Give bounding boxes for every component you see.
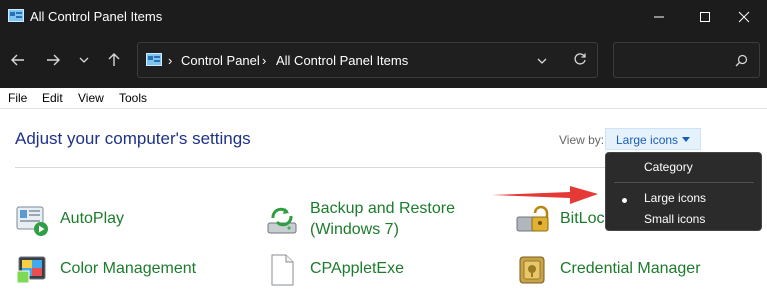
menu-edit[interactable]: Edit [42, 91, 63, 105]
search-icon [735, 54, 748, 67]
window-title: All Control Panel Items [30, 9, 163, 24]
caret-down-icon [682, 137, 690, 142]
breadcrumb-control-panel[interactable]: Control Panel [181, 53, 260, 68]
item-label: Credential Manager [560, 260, 701, 277]
back-button[interactable] [8, 50, 28, 70]
item-label-line2: (Windows 7) [310, 221, 399, 238]
minimize-icon [654, 16, 664, 18]
bitlocker-icon [516, 205, 549, 232]
up-button[interactable] [104, 50, 124, 70]
menu-file[interactable]: File [8, 91, 27, 105]
view-by-menu: Category Large icons Small icons [605, 152, 762, 231]
item-label: AutoPlay [60, 210, 125, 227]
menu-bar: File Edit View Tools [0, 88, 767, 109]
menu-tools[interactable]: Tools [119, 91, 147, 105]
generic-file-icon [271, 254, 294, 286]
breadcrumb-separator-icon: › [262, 53, 267, 68]
control-panel-item-bitlocker[interactable]: BitLoc [515, 203, 605, 237]
control-panel-item-credential-manager[interactable]: Credential Manager [515, 253, 745, 287]
chevron-down-icon [537, 58, 547, 64]
view-by-label: View by: [559, 133, 605, 147]
control-panel-icon [146, 53, 162, 66]
selected-bullet-icon [622, 198, 627, 203]
close-icon [738, 11, 750, 23]
control-panel-item-autoplay[interactable]: AutoPlay [15, 203, 235, 237]
view-option-small-icons[interactable]: Small icons [644, 212, 705, 226]
minimize-button[interactable] [636, 0, 682, 34]
backup-restore-icon [267, 207, 297, 234]
chevron-down-icon [79, 57, 89, 63]
maximize-icon [700, 12, 710, 22]
search-input[interactable] [613, 42, 760, 78]
view-by-dropdown[interactable]: Large icons [605, 128, 701, 150]
arrow-left-icon [11, 54, 24, 66]
address-history-button[interactable] [536, 54, 548, 72]
page-title: Adjust your computer's settings [15, 129, 251, 148]
breadcrumb-separator-icon: › [168, 53, 173, 68]
autoplay-icon [16, 206, 48, 236]
arrow-up-icon [108, 53, 120, 66]
arrow-right-icon [47, 54, 60, 66]
close-button[interactable] [721, 0, 767, 34]
control-panel-icon [8, 9, 24, 22]
item-label: CPAppletExe [310, 260, 404, 277]
menu-view[interactable]: View [78, 91, 104, 105]
control-panel-item-backup-restore[interactable]: Backup and Restore (Windows 7) [265, 199, 495, 241]
menu-divider [614, 182, 754, 183]
view-by-value: Large icons [616, 133, 679, 147]
navigation-bar: › Control Panel › All Control Panel Item… [0, 34, 767, 88]
address-bar[interactable]: › Control Panel › All Control Panel Item… [137, 42, 598, 78]
breadcrumb-all-items[interactable]: All Control Panel Items [276, 53, 408, 68]
recent-locations-button[interactable] [74, 50, 94, 70]
title-bar: All Control Panel Items [0, 0, 767, 34]
control-panel-item-cpappletexe[interactable]: CPAppletExe [265, 253, 485, 287]
control-panel-item-color-management[interactable]: Color Management [15, 253, 235, 287]
color-management-icon [16, 256, 46, 284]
view-option-large-icons[interactable]: Large icons [644, 191, 706, 205]
item-label: Color Management [60, 260, 197, 277]
refresh-button[interactable] [573, 52, 587, 71]
refresh-icon [574, 53, 586, 65]
annotation-arrow-icon [492, 186, 598, 204]
forward-button[interactable] [43, 50, 63, 70]
view-option-category[interactable]: Category [644, 160, 693, 174]
item-label-line1: Backup and Restore [310, 200, 455, 217]
credential-manager-icon [519, 256, 545, 284]
item-label: BitLoc [560, 210, 605, 227]
